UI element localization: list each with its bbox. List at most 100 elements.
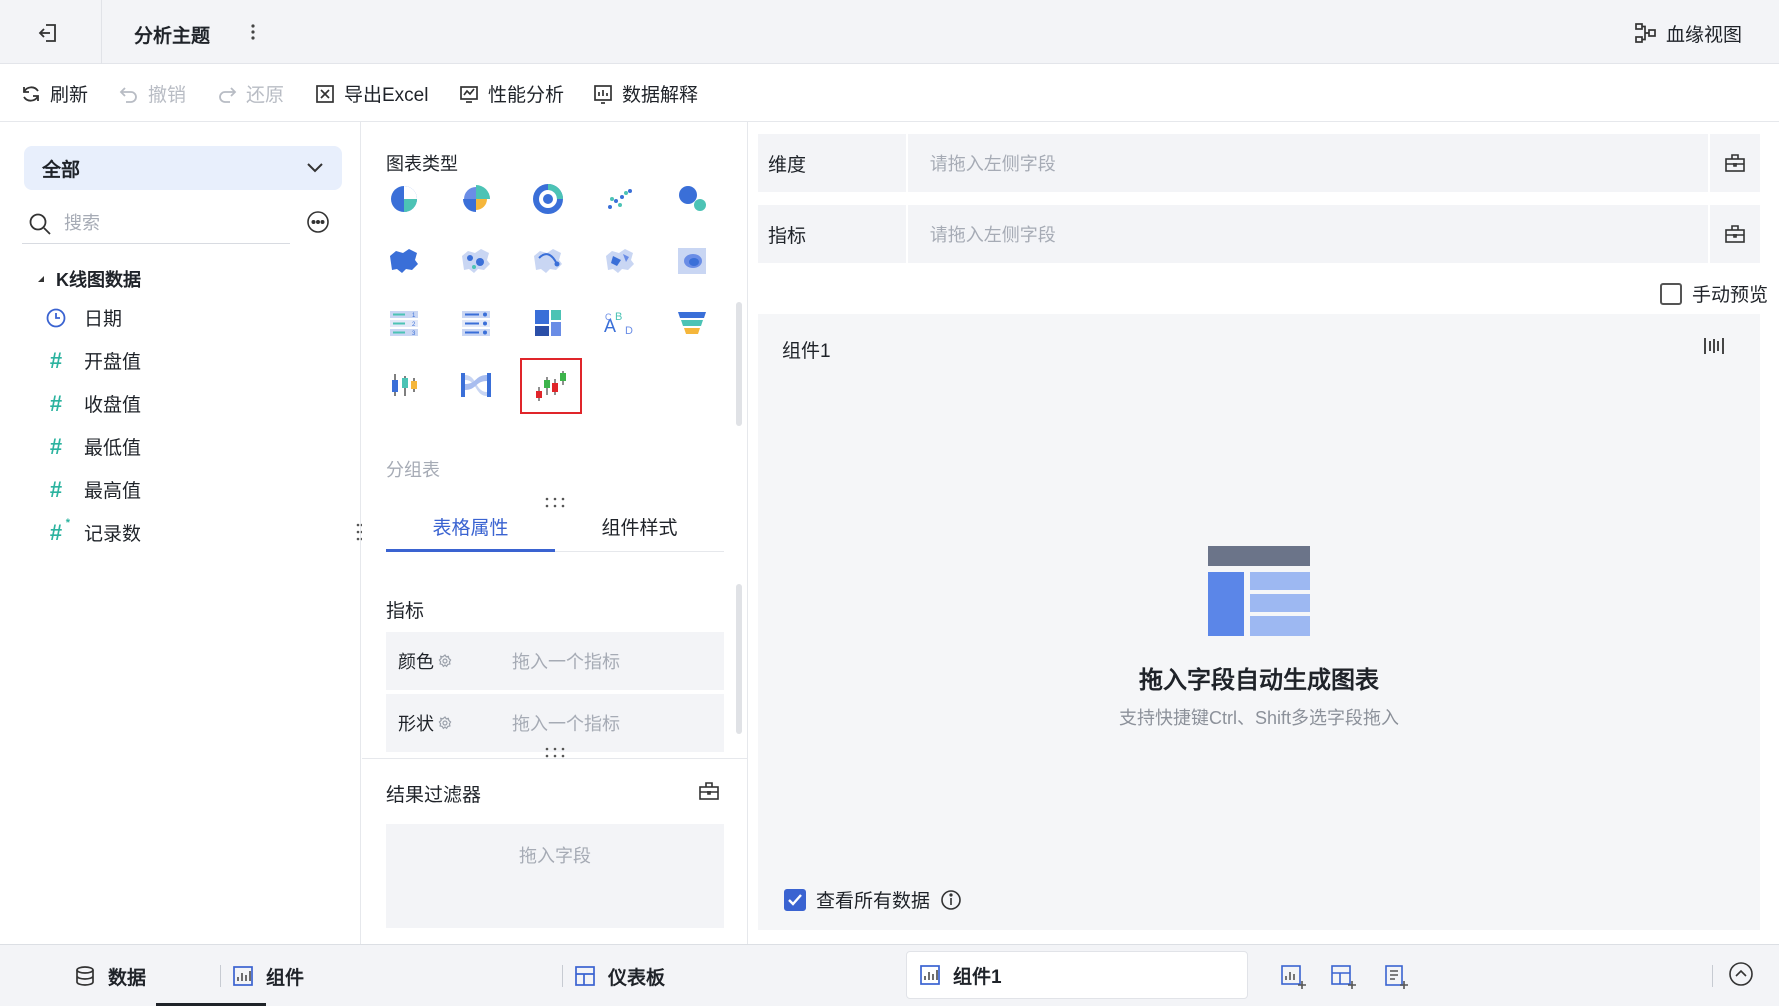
metric-placeholder: 请拖入左侧字段 — [929, 225, 1056, 245]
hash-icon: # — [49, 433, 63, 459]
dimension-label: 维度 — [758, 134, 906, 192]
lineage-label: 血缘视图 — [1666, 24, 1743, 46]
tab-data[interactable]: 数据 — [74, 945, 146, 1006]
rose-pie-chart-icon[interactable] — [448, 174, 504, 224]
undo-icon — [119, 86, 137, 103]
dataset-node[interactable]: K线图数据 — [36, 266, 141, 292]
refresh-label: 刷新 — [50, 85, 89, 106]
donut-chart-icon[interactable] — [520, 174, 576, 224]
toolbox-icon[interactable] — [1710, 134, 1760, 192]
divider — [562, 965, 563, 987]
metric-shelf: 指标 请拖入左侧字段 — [758, 205, 1760, 263]
toolbox-icon[interactable] — [1710, 205, 1760, 263]
property-tabs: 表格属性 组件样式 — [386, 506, 724, 552]
dimension-drop-zone[interactable]: 请拖入左侧字段 — [907, 134, 1709, 192]
svg-text:D: D — [625, 325, 633, 337]
info-icon[interactable] — [940, 889, 962, 911]
color-drop-zone[interactable]: 颜色 拖入一个指标 — [386, 632, 724, 690]
redo-button[interactable]: 还原 — [216, 80, 284, 107]
shape-drop-zone[interactable]: 形状 拖入一个指标 — [386, 694, 724, 752]
group-table-label: 分组表 — [386, 460, 440, 480]
dimension-shelf: 维度 请拖入左侧字段 — [758, 134, 1760, 192]
view-all-data-toggle[interactable]: 查看所有数据 — [784, 886, 962, 913]
current-component-label: 组件1 — [953, 966, 1002, 988]
field-item[interactable]: # 收盘值 — [44, 390, 141, 417]
tab-current-component[interactable]: 组件1 — [906, 951, 1248, 999]
chart-icon — [919, 964, 941, 986]
funnel-chart-icon[interactable] — [664, 298, 720, 348]
scope-select[interactable]: 全部 — [24, 146, 342, 190]
hash-star-icon: # * — [49, 516, 70, 545]
field-item[interactable]: # 最高值 — [44, 476, 141, 503]
barcode-icon[interactable] — [1702, 334, 1726, 358]
dataset-name: K线图数据 — [56, 270, 141, 290]
ranking-table-icon[interactable]: 123 — [376, 298, 432, 348]
manual-preview-label: 手动预览 — [1692, 285, 1769, 306]
more-vertical-icon[interactable] — [246, 20, 260, 44]
section-resize-handle[interactable] — [542, 746, 568, 760]
settings-icon[interactable] — [438, 654, 452, 668]
tab-dashboard[interactable]: 仪表板 — [574, 945, 665, 1006]
scatter-chart-icon[interactable] — [592, 174, 648, 224]
contour-map-icon[interactable] — [664, 236, 720, 286]
chart-config-panel: 图表类型 123 ABCD 分组表 表格属性 组件样式 指标 颜色 拖入一个指标… — [362, 122, 748, 944]
scrollbar[interactable] — [736, 584, 742, 734]
candlestick-chart-icon[interactable] — [520, 358, 582, 414]
pie-chart-icon[interactable] — [376, 174, 432, 224]
manual-preview-toggle[interactable]: 手动预览 — [1660, 280, 1768, 307]
settings-icon[interactable] — [438, 716, 452, 730]
search-icon — [28, 212, 52, 236]
color-label: 颜色 — [398, 652, 434, 672]
toolbar: 刷新 撤销 还原 导出Excel 性能分析 数据解释 — [0, 64, 1779, 122]
field-label: 最高值 — [84, 481, 142, 502]
field-item[interactable]: # * 记录数 — [44, 516, 141, 546]
performance-analysis-button[interactable]: 性能分析 — [458, 80, 564, 107]
refresh-button[interactable]: 刷新 — [20, 80, 88, 107]
toolbox-icon[interactable] — [698, 780, 720, 802]
tab-component-style[interactable]: 组件样式 — [555, 506, 724, 551]
filter-drop-zone[interactable]: 拖入字段 — [386, 824, 724, 928]
sankey-icon[interactable] — [448, 360, 504, 410]
field-item[interactable]: # 开盘值 — [44, 347, 141, 374]
chevron-down-icon — [306, 162, 324, 174]
bubble-chart-icon[interactable] — [664, 174, 720, 224]
heat-map-icon[interactable] — [592, 236, 648, 286]
treemap-icon[interactable] — [520, 298, 576, 348]
refresh-icon — [23, 85, 39, 102]
divider — [1712, 965, 1713, 987]
undo-button[interactable]: 撤销 — [118, 80, 186, 107]
add-chart-icon[interactable] — [1280, 963, 1308, 991]
point-map-icon[interactable] — [448, 236, 504, 286]
field-item[interactable]: 日期 — [44, 304, 122, 331]
data-explain-button[interactable]: 数据解释 — [592, 80, 698, 107]
view-all-data-checkbox[interactable] — [784, 888, 806, 911]
add-report-icon[interactable] — [1382, 963, 1410, 991]
field-item[interactable]: # 最低值 — [44, 433, 141, 460]
chevron-up-circle-icon[interactable] — [1728, 961, 1754, 987]
redo-label: 还原 — [246, 85, 285, 106]
more-options-icon[interactable] — [306, 210, 330, 234]
add-dashboard-icon[interactable] — [1330, 963, 1358, 991]
exit-icon[interactable] — [36, 20, 62, 46]
bottom-tab-bar: 数据 组件 仪表板 组件1 — [0, 944, 1779, 1006]
word-cloud-icon[interactable]: ABCD — [592, 298, 648, 348]
tab-table-properties[interactable]: 表格属性 — [386, 506, 555, 552]
lineage-view-button[interactable]: 血缘视图 — [1634, 20, 1742, 46]
search-box — [22, 204, 290, 244]
clock-icon — [44, 306, 68, 330]
excel-icon — [316, 84, 334, 103]
area-map-icon[interactable] — [376, 236, 432, 286]
list-table-icon[interactable] — [448, 298, 504, 348]
export-excel-button[interactable]: 导出Excel — [314, 80, 428, 107]
chart-type-label: 图表类型 — [386, 154, 458, 174]
box-plot-icon[interactable] — [376, 360, 432, 410]
tab-component[interactable]: 组件 — [232, 945, 304, 1006]
top-bar: 分析主题 血缘视图 — [0, 0, 1779, 64]
scrollbar[interactable] — [736, 302, 742, 426]
caret-down-icon — [36, 274, 46, 284]
flow-map-icon[interactable] — [520, 236, 576, 286]
manual-preview-checkbox[interactable] — [1660, 282, 1682, 305]
field-panel: 全部 K线图数据 日期 # 开盘值 # 收盘值 # 最低值 # 最 — [0, 122, 361, 944]
search-input[interactable] — [64, 213, 274, 234]
metric-drop-zone[interactable]: 请拖入左侧字段 — [907, 205, 1709, 263]
